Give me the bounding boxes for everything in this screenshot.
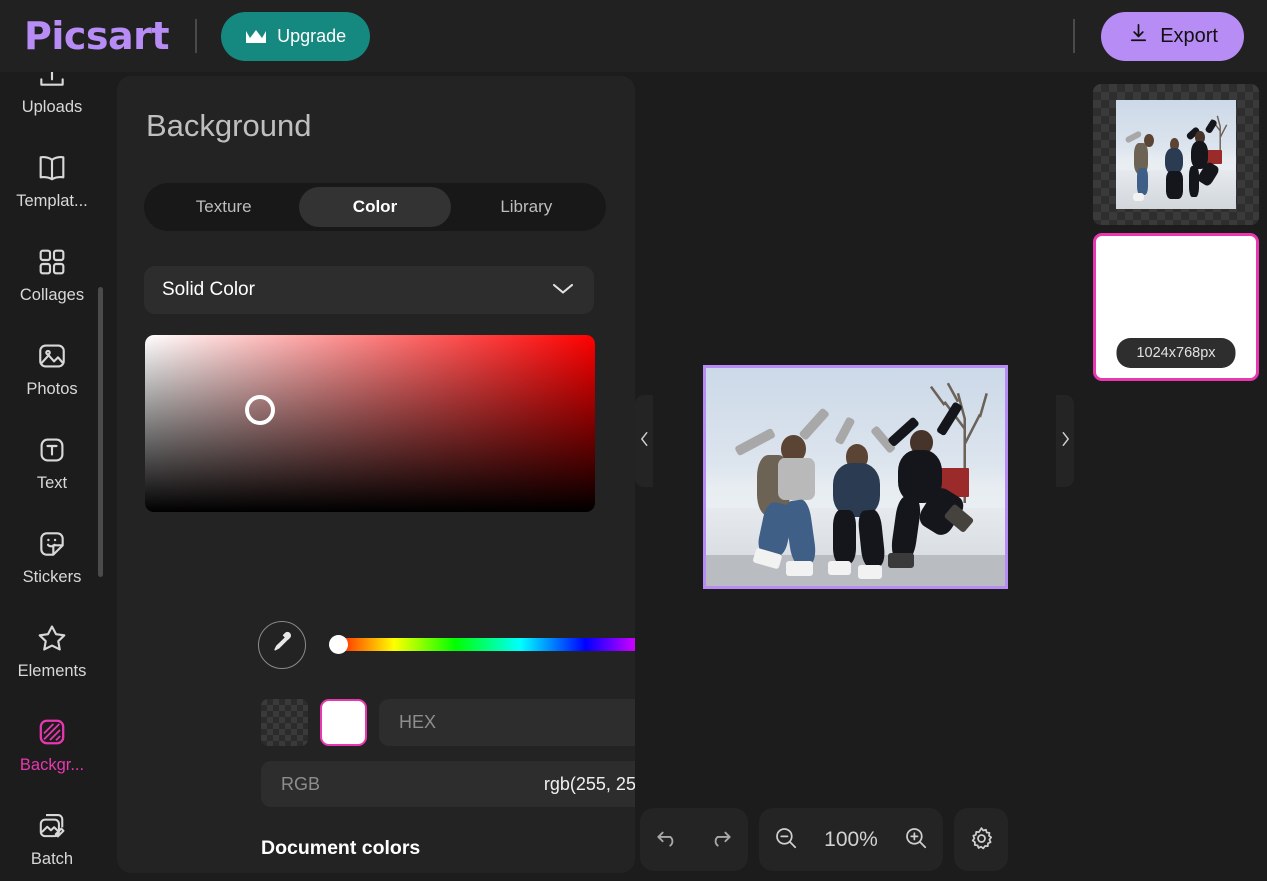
sidebar-item-templates[interactable]: Templat... bbox=[0, 134, 104, 228]
eyedropper-button[interactable] bbox=[258, 621, 306, 669]
sidebar-label-templates: Templat... bbox=[16, 191, 88, 210]
selected-image-frame[interactable] bbox=[703, 365, 1008, 589]
zoom-in-icon bbox=[903, 825, 929, 854]
saturation-value-picker[interactable] bbox=[145, 335, 595, 512]
sidebar-item-uploads[interactable]: Uploads bbox=[0, 72, 104, 134]
current-color-swatch[interactable] bbox=[320, 699, 367, 746]
layers-rail: 1024x768px bbox=[1085, 72, 1267, 881]
sidebar-item-elements[interactable]: Elements bbox=[0, 604, 104, 698]
sidebar-label-photos: Photos bbox=[26, 379, 78, 398]
layer-photo-preview bbox=[1116, 100, 1236, 209]
background-tabs: Texture Color Library bbox=[144, 183, 606, 231]
sidebar-label-uploads: Uploads bbox=[21, 97, 83, 116]
eyedropper-icon bbox=[270, 630, 295, 660]
hex-label: HEX bbox=[399, 712, 437, 732]
redo-button[interactable] bbox=[694, 808, 748, 871]
download-icon bbox=[1127, 22, 1150, 51]
layer-item-photo[interactable] bbox=[1093, 84, 1259, 225]
upload-icon bbox=[36, 72, 68, 90]
chevron-right-icon bbox=[1060, 430, 1071, 453]
zoom-level-value: 100% bbox=[824, 827, 878, 851]
sidebar-item-background[interactable]: Backgr... bbox=[0, 698, 104, 792]
sidebar-label-background: Backgr... bbox=[19, 755, 85, 774]
divider-2 bbox=[1073, 19, 1076, 53]
batch-edit-icon bbox=[36, 810, 68, 842]
color-swatch-row bbox=[261, 699, 367, 746]
color-type-dropdown[interactable]: Solid Color bbox=[144, 266, 594, 314]
crown-icon bbox=[245, 29, 267, 44]
tab-color[interactable]: Color bbox=[299, 187, 451, 227]
collapse-right-panel-button[interactable] bbox=[1056, 395, 1074, 487]
export-label: Export bbox=[1160, 24, 1218, 47]
sidebar-scrollbar[interactable] bbox=[98, 287, 103, 577]
canvas-size-badge: 1024x768px bbox=[1116, 338, 1236, 368]
zoom-in-button[interactable] bbox=[889, 808, 943, 871]
chevron-left-icon bbox=[639, 430, 650, 453]
gear-icon bbox=[968, 825, 995, 855]
collage-grid-icon bbox=[36, 246, 68, 278]
settings-group bbox=[954, 808, 1008, 871]
star-icon bbox=[36, 622, 68, 654]
upgrade-label: Upgrade bbox=[277, 25, 347, 46]
rgb-input[interactable]: RGB rgb(255, 255, 255) bbox=[261, 761, 635, 807]
hue-slider[interactable] bbox=[329, 638, 635, 651]
left-sidebar: Uploads Templat... Collages Photos Text … bbox=[0, 72, 104, 881]
sidebar-label-stickers: Stickers bbox=[22, 567, 82, 586]
sidebar-item-collages[interactable]: Collages bbox=[0, 228, 104, 322]
template-book-icon bbox=[36, 152, 68, 184]
top-bar: Picsart Upgrade Export bbox=[0, 0, 1267, 72]
sidebar-label-text: Text bbox=[36, 473, 68, 492]
zoom-out-button[interactable] bbox=[759, 808, 813, 871]
sidebar-item-text[interactable]: Text bbox=[0, 416, 104, 510]
layer-item-background[interactable]: 1024x768px bbox=[1093, 233, 1259, 381]
page-title: Background bbox=[146, 108, 312, 143]
hue-slider-handle[interactable] bbox=[329, 635, 348, 654]
topbar-right-group: Export bbox=[1073, 11, 1267, 61]
undo-button[interactable] bbox=[640, 808, 694, 871]
zoom-out-icon bbox=[773, 825, 799, 854]
history-group bbox=[640, 808, 748, 871]
background-hatch-icon bbox=[36, 716, 68, 748]
undo-arrow-icon bbox=[654, 825, 680, 854]
text-t-icon bbox=[36, 434, 68, 466]
sidebar-label-elements: Elements bbox=[17, 661, 87, 680]
photo-person-3 bbox=[879, 401, 981, 573]
sidebar-item-photos[interactable]: Photos bbox=[0, 322, 104, 416]
tab-texture[interactable]: Texture bbox=[148, 187, 299, 227]
sidebar-item-stickers[interactable]: Stickers bbox=[0, 510, 104, 604]
sidebar-label-batch: Batch bbox=[30, 849, 74, 868]
canvas-photo bbox=[706, 368, 1005, 586]
zoom-group: 100% bbox=[759, 808, 943, 871]
bottom-toolbar: 100% bbox=[640, 808, 1008, 871]
upgrade-button[interactable]: Upgrade bbox=[221, 11, 371, 61]
collapse-left-panel-button[interactable] bbox=[635, 395, 653, 487]
canvas-area[interactable] bbox=[640, 72, 1085, 881]
export-button[interactable]: Export bbox=[1101, 11, 1244, 61]
saturation-handle[interactable] bbox=[245, 395, 275, 425]
sidebar-item-batch[interactable]: Batch bbox=[0, 792, 104, 881]
background-panel: Background Texture Color Library Solid C… bbox=[117, 76, 635, 873]
rgb-label: RGB bbox=[281, 773, 321, 794]
sidebar-label-collages: Collages bbox=[19, 285, 85, 304]
chevron-down-icon bbox=[550, 280, 576, 301]
color-type-value: Solid Color bbox=[162, 279, 255, 300]
document-colors-title: Document colors bbox=[261, 837, 421, 859]
sticker-icon bbox=[36, 528, 68, 560]
divider bbox=[195, 19, 198, 53]
transparent-swatch[interactable] bbox=[261, 699, 308, 746]
picsart-editor: Picsart Upgrade Export Uploads Templat..… bbox=[0, 0, 1267, 881]
redo-arrow-icon bbox=[708, 825, 734, 854]
picsart-logo[interactable]: Picsart bbox=[24, 17, 170, 55]
hex-input[interactable]: HEX #ffffff bbox=[379, 699, 635, 746]
tab-library[interactable]: Library bbox=[451, 187, 602, 227]
rgb-value: rgb(255, 255, 255) bbox=[543, 773, 635, 794]
canvas-settings-button[interactable] bbox=[954, 808, 1008, 871]
photo-image-icon bbox=[36, 340, 68, 372]
